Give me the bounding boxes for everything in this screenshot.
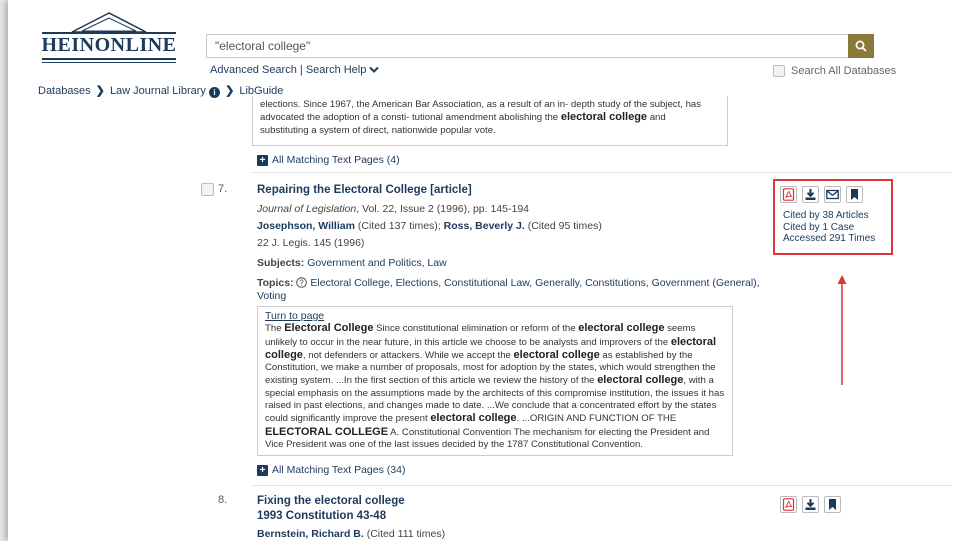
result-7-subjects: Subjects: Government and Politics, Law <box>257 257 447 269</box>
divider <box>252 485 952 486</box>
chevron-down-icon[interactable] <box>369 66 380 74</box>
header: HEINONLINE "electoral college" Advanced … <box>8 0 962 84</box>
help-circle-icon[interactable]: ? <box>296 277 308 288</box>
result-7-checkbox[interactable] <box>201 183 214 196</box>
app-frame: HEINONLINE "electoral college" Advanced … <box>8 0 962 541</box>
result-8-title[interactable]: Fixing the electoral college <box>257 495 405 507</box>
result-7-citation: 22 J. Legis. 145 (1996) <box>257 237 365 249</box>
plus-icon: + <box>257 154 268 166</box>
bookmark-icon <box>829 499 836 510</box>
search-icon <box>855 40 867 52</box>
keyword-highlight: electoral college <box>560 111 648 124</box>
keyword-highlight: electoral college <box>578 322 665 335</box>
heinonline-logo[interactable]: HEINONLINE <box>38 12 180 70</box>
result-number: 7. <box>218 183 228 195</box>
keyword-highlight: ELECTORAL COLLEGE <box>265 425 389 438</box>
all-matching-pages-link[interactable]: + All Matching Text Pages (34) <box>257 464 405 476</box>
chevron-right-icon: ❯ <box>225 85 235 97</box>
snippet-segment: Since constitutional elimination or refo… <box>373 323 579 335</box>
result-7-authors: Josephson, William (Cited 137 times); Ro… <box>257 220 602 232</box>
result-7-topics: Topics: ? Electoral College, Elections, … <box>257 277 760 302</box>
breadcrumb-library[interactable]: Law Journal Library <box>110 85 206 97</box>
info-icon[interactable]: i <box>209 87 220 98</box>
snippet-line: elections. Since 1967, the American Bar … <box>260 99 702 110</box>
logo-rule-bottom-thin <box>42 62 176 63</box>
result-number: 8. <box>218 494 228 506</box>
logo-text: HEINONLINE <box>41 34 177 56</box>
result-7-title[interactable]: Repairing the Electoral College [article… <box>257 184 472 196</box>
snippet-text: The Electoral College Since constitution… <box>265 322 725 451</box>
chevron-right-icon: ❯ <box>95 85 105 97</box>
annotation-highlight-box <box>773 179 893 255</box>
svg-text:?: ? <box>300 278 305 287</box>
logo-rule-bottom <box>42 58 176 60</box>
search-input[interactable]: "electoral college" <box>206 34 848 58</box>
keyword-highlight: electoral college <box>430 412 517 425</box>
snippet-line: advocated the adoption of a consti- tuti… <box>260 111 666 124</box>
all-matching-pages-link-prev[interactable]: + All Matching Text Pages (4) <box>257 154 400 166</box>
search-button[interactable] <box>848 34 874 58</box>
pdf-icon <box>782 498 795 511</box>
result-8-authors: Bernstein, Richard B. (Cited 111 times) <box>257 528 446 540</box>
author-link[interactable]: Bernstein, Richard B. <box>257 528 364 540</box>
logo-roof-icon <box>71 12 147 33</box>
result-7-journal: Journal of Legislation, Vol. 22, Issue 2… <box>257 203 530 215</box>
turn-to-page-link[interactable]: Turn to page <box>265 310 725 322</box>
advanced-search-link[interactable]: Advanced Search <box>210 64 297 76</box>
plus-icon: + <box>257 464 268 476</box>
result-8-actions <box>780 496 841 513</box>
search-help-link[interactable]: Search Help <box>306 64 367 76</box>
link-separator: | <box>299 64 303 76</box>
search-sublinks: Advanced Search | Search Help <box>210 64 380 76</box>
snippet-segment: , not defenders or attackers. While we a… <box>302 349 514 361</box>
result-7-snippet: Turn to page The Electoral College Since… <box>257 306 733 456</box>
search-all-checkbox[interactable] <box>773 65 785 77</box>
download-icon <box>805 499 816 510</box>
divider <box>252 172 952 173</box>
search-all-databases[interactable]: Search All Databases <box>773 65 896 77</box>
arrow-up-icon <box>837 275 847 385</box>
keyword-highlight: Electoral College <box>284 322 374 335</box>
prev-result-snippet: elections. Since 1967, the American Bar … <box>252 96 728 146</box>
breadcrumb-databases[interactable]: Databases <box>38 85 91 97</box>
snippet-line: substituting a system of direct, nationw… <box>260 124 496 136</box>
author-link[interactable]: Josephson, William <box>257 220 355 232</box>
snippet-segment: The <box>265 323 285 335</box>
keyword-highlight: electoral college <box>597 374 684 387</box>
bookmark-button[interactable] <box>824 496 841 513</box>
snippet-segment: . ...ORIGIN AND FUNCTION OF THE <box>516 413 677 425</box>
download-button[interactable] <box>802 496 819 513</box>
pdf-button[interactable] <box>780 496 797 513</box>
search-all-label: Search All Databases <box>791 65 897 77</box>
breadcrumb: Databases ❯ Law Journal Library i ❯ LibG… <box>38 84 283 98</box>
author-link[interactable]: Ross, Beverly J. <box>444 220 525 232</box>
result-8-subtitle[interactable]: 1993 Constitution 43-48 <box>257 510 386 522</box>
keyword-highlight: electoral college <box>513 348 600 361</box>
